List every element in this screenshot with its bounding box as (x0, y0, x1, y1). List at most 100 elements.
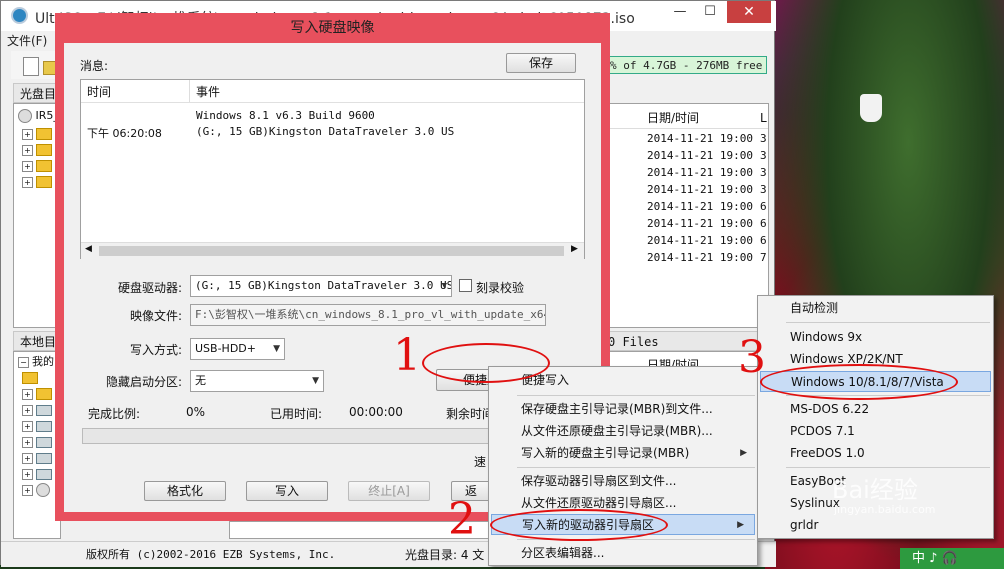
submenu-item-pcdos[interactable]: PCDOS 7.1 (758, 421, 993, 442)
tree-node[interactable]: + (22, 450, 52, 466)
table-row[interactable]: 2014-11-21 19:00 6 (647, 232, 767, 249)
maximize-button[interactable]: ☐ (695, 1, 725, 23)
cd-tree[interactable]: IR5_ + + + + (13, 103, 61, 328)
message-log[interactable]: 时间 事件 下午 06:20:08 Windows 8.1 v6.3 Build… (80, 79, 585, 260)
submenu-item-auto-detect[interactable]: 自动检测 (758, 298, 993, 319)
expand-icon[interactable]: + (22, 176, 33, 188)
minimize-button[interactable]: — (665, 1, 695, 23)
expand-icon[interactable]: + (22, 420, 33, 432)
save-button[interactable]: 保存 (506, 53, 576, 73)
taskbar-input-indicator[interactable]: 中 ♪ 🎧 (900, 548, 1004, 569)
image-path-field[interactable]: F:\彭智权\一堆系统\cn_windows_8.1_pro_vl_with_u… (190, 304, 546, 326)
menu-separator (786, 322, 990, 323)
scroll-thumb[interactable] (99, 246, 564, 256)
folder-icon (22, 372, 38, 384)
scroll-right-icon[interactable]: ▶ (571, 244, 578, 254)
folder-icon (36, 144, 52, 156)
close-button[interactable]: ✕ (727, 1, 771, 23)
format-button[interactable]: 格式化 (144, 481, 226, 501)
collapse-icon[interactable]: − (18, 356, 29, 368)
tree-node[interactable]: + (22, 386, 52, 402)
tree-node[interactable]: + (22, 434, 52, 450)
expand-icon[interactable]: + (22, 452, 33, 464)
done-value: 0% (186, 405, 206, 419)
expand-icon[interactable]: + (22, 404, 33, 416)
elapsed-label: 已用时间: (270, 407, 323, 421)
table-row[interactable]: 2014-11-21 19:00 3 (647, 147, 767, 164)
expand-icon[interactable]: + (22, 160, 33, 172)
tree-node[interactable]: + (22, 402, 52, 418)
tree-folder[interactable]: + (22, 142, 52, 158)
elapsed-value: 00:00:00 (349, 405, 403, 419)
table-row[interactable]: 2014-11-21 19:00 3 (647, 130, 767, 147)
expand-icon[interactable]: + (22, 128, 33, 140)
usb-drive-icon (36, 483, 50, 497)
table-row[interactable]: 2014-11-21 19:00 3 (647, 181, 767, 198)
menu-file[interactable]: 文件(F) (7, 32, 47, 49)
drive-icon (36, 468, 52, 480)
menu-item-restore-mbr[interactable]: 从文件还原硬盘主引导记录(MBR)... (489, 421, 757, 442)
tree-folder[interactable]: + (22, 174, 52, 190)
expand-icon[interactable]: + (22, 388, 33, 400)
expand-icon[interactable]: + (22, 436, 33, 448)
status-cd: 光盘目录: 4 文 (405, 548, 485, 562)
col-l: L (760, 111, 767, 125)
hidden-partition-select[interactable]: 无 ▼ (190, 370, 324, 392)
list-header: 日期/时间 L (602, 108, 768, 129)
expand-icon[interactable]: + (22, 484, 33, 496)
local-tree[interactable]: − 我的 + + + + + + + (13, 351, 61, 539)
submenu-item-grldr[interactable]: grldr (758, 515, 993, 536)
messages-label: 消息: (80, 59, 109, 73)
write-mode-select[interactable]: USB-HDD+ ▼ (190, 338, 285, 360)
write-button[interactable]: 写入 (246, 481, 328, 501)
tree-folder[interactable]: + (22, 158, 52, 174)
usb-drive-icon[interactable] (860, 94, 882, 122)
scroll-left-icon[interactable]: ◀ (85, 244, 92, 254)
table-row[interactable]: 2014-11-21 19:00 3 (647, 164, 767, 181)
expand-icon[interactable]: + (22, 468, 33, 480)
tree-folder[interactable]: + (22, 126, 52, 142)
table-row[interactable]: 2014-11-21 19:00 6 (647, 215, 767, 232)
tree-root[interactable]: IR5_ (18, 108, 59, 124)
table-row[interactable]: 2014-11-21 19:00 7 (647, 249, 767, 266)
drive-select[interactable]: (G:, 15 GB)Kingston DataTraveler 3.0 US ▼ (190, 275, 452, 297)
submenu-item-freedos[interactable]: FreeDOS 1.0 (758, 443, 993, 464)
local-root[interactable]: − 我的 (18, 354, 54, 370)
abort-button[interactable]: 终止[A] (348, 481, 430, 501)
tree-node[interactable]: + (22, 418, 52, 434)
menu-item-save-boot-sector[interactable]: 保存驱动器引导扇区到文件... (489, 471, 757, 492)
annotation-number-3: 3 (738, 332, 766, 383)
speed-label: 速 (474, 455, 487, 469)
baidu-watermark-url: jingyan.baidu.com (834, 503, 936, 516)
expand-icon[interactable]: + (22, 144, 33, 156)
tree-node[interactable]: + (22, 482, 50, 498)
verify-checkbox[interactable] (459, 279, 472, 292)
new-file-icon[interactable] (23, 57, 39, 76)
ultraiso-app-icon (11, 7, 28, 24)
drive-icon (36, 436, 52, 448)
disc-capacity-bar: % of 4.7GB - 276MB free (599, 56, 767, 74)
tree-node[interactable] (22, 370, 38, 386)
menu-separator (786, 467, 990, 468)
tree-node[interactable]: + (22, 466, 52, 482)
horizontal-scrollbar[interactable]: ◀ ▶ (81, 242, 584, 260)
column-divider (189, 80, 190, 102)
write-mode-label: 写入方式: (130, 343, 183, 357)
menu-item-write-new-mbr[interactable]: 写入新的硬盘主引导记录(MBR) ▶ (489, 443, 757, 464)
menu-item-save-mbr[interactable]: 保存硬盘主引导记录(MBR)到文件... (489, 399, 757, 420)
table-row[interactable]: 2014-11-21 19:00 6 (647, 198, 767, 215)
drive-icon (36, 452, 52, 464)
remaining-label: 剩余时间 (446, 407, 495, 421)
local-pane-header: 本地目 (13, 331, 61, 351)
col-event: 事件 (196, 85, 221, 99)
status-copyright: 版权所有 (c)2002-2016 EZB Systems, Inc. (86, 548, 336, 561)
chevron-down-icon: ▼ (441, 281, 447, 291)
annotation-number-2: 2 (448, 494, 476, 545)
submenu-item-win9x[interactable]: Windows 9x (758, 327, 993, 348)
cd-file-list[interactable]: 日期/时间 L 2014-11-21 19:00 3 2014-11-21 19:… (601, 103, 769, 328)
dialog-title[interactable]: 写入硬盘映像 (55, 13, 610, 43)
drive-icon (36, 420, 52, 432)
menu-item-partition-editor[interactable]: 分区表编辑器... (489, 543, 757, 564)
image-label: 映像文件: (130, 309, 183, 323)
submenu-item-msdos[interactable]: MS-DOS 6.22 (758, 399, 993, 420)
